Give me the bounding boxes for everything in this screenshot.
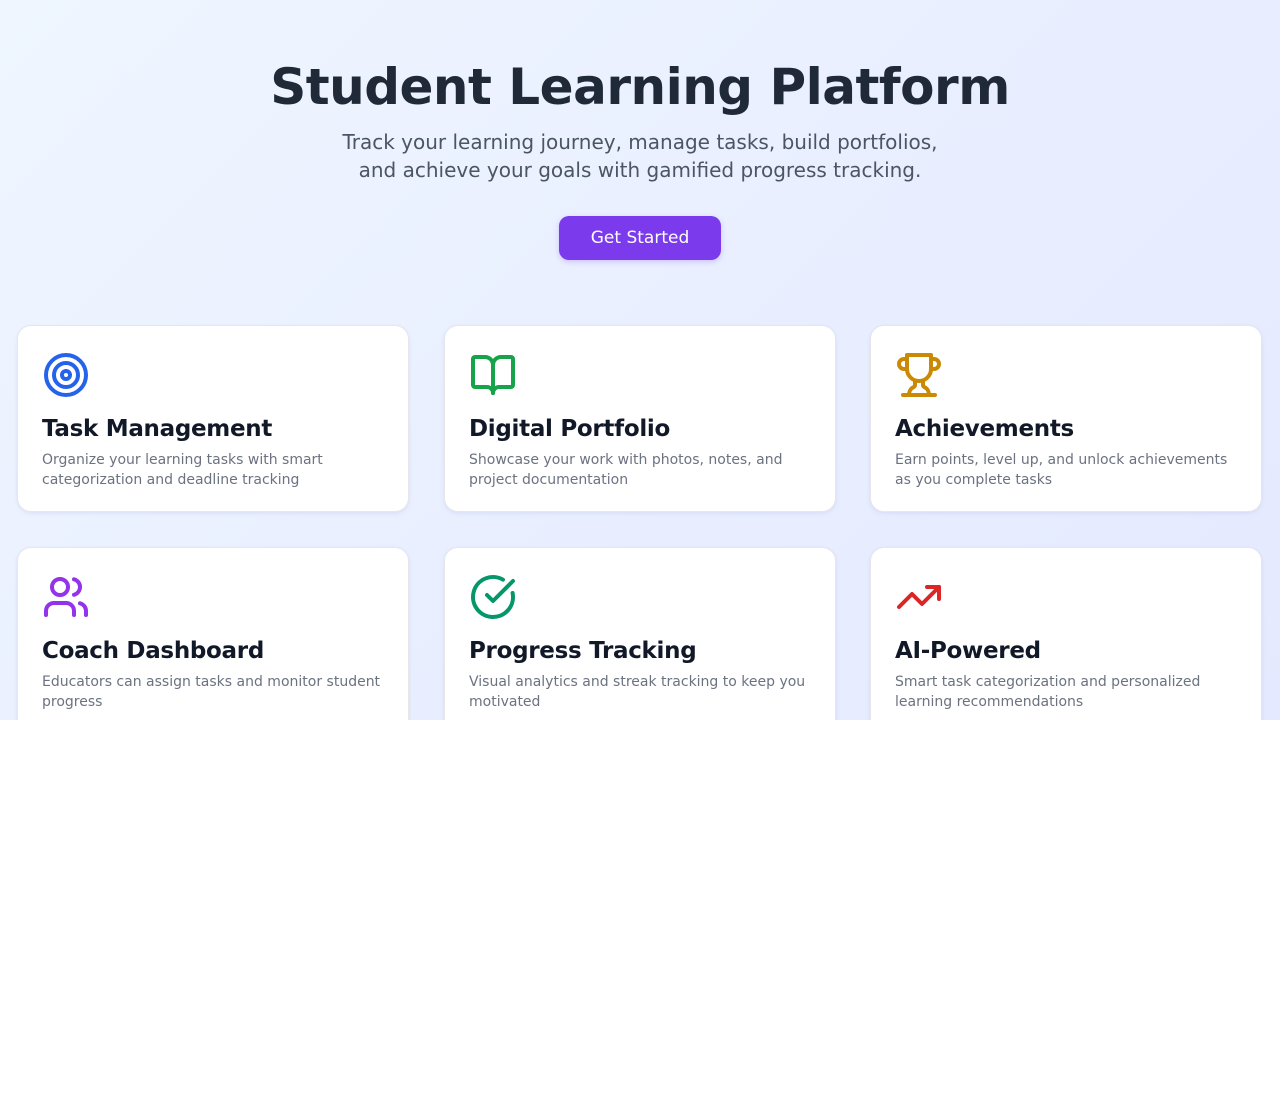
feature-card-ai-powered: AI-Powered Smart task categorization and… bbox=[870, 547, 1262, 720]
feature-card-achievements: Achievements Earn points, level up, and … bbox=[870, 325, 1262, 512]
feature-description: Educators can assign tasks and monitor s… bbox=[42, 674, 381, 710]
feature-description: Visual analytics and streak tracking to … bbox=[469, 674, 806, 710]
hero-section: Student Learning Platform Track your lea… bbox=[0, 0, 1280, 720]
feature-card-progress-tracking: Progress Tracking Visual analytics and s… bbox=[444, 547, 836, 720]
feature-title: Task Management bbox=[42, 416, 273, 442]
feature-card-coach-dashboard: Coach Dashboard Educators can assign tas… bbox=[17, 547, 409, 720]
feature-card-task-management: Task Management Organize your learning t… bbox=[17, 325, 409, 512]
check-circle-icon bbox=[469, 573, 517, 621]
feature-card-digital-portfolio: Digital Portfolio Showcase your work wit… bbox=[444, 325, 836, 512]
feature-title: Digital Portfolio bbox=[469, 416, 671, 442]
feature-title: Achievements bbox=[895, 416, 1074, 442]
get-started-button[interactable]: Get Started bbox=[559, 216, 721, 260]
trophy-icon bbox=[895, 351, 943, 399]
target-icon bbox=[42, 351, 90, 399]
feature-description: Smart task categorization and personaliz… bbox=[895, 674, 1201, 710]
page-subtitle: Track your learning journey, manage task… bbox=[342, 130, 938, 182]
feature-description: Earn points, level up, and unlock achiev… bbox=[895, 452, 1228, 488]
feature-title: AI-Powered bbox=[895, 638, 1041, 664]
users-icon bbox=[42, 573, 90, 621]
feature-description: Organize your learning tasks with smart … bbox=[42, 452, 323, 488]
trending-up-icon bbox=[895, 573, 943, 621]
feature-title: Progress Tracking bbox=[469, 638, 697, 664]
book-open-icon bbox=[469, 351, 517, 399]
page-title: Student Learning Platform bbox=[270, 58, 1010, 116]
feature-description: Showcase your work with photos, notes, a… bbox=[469, 452, 783, 488]
feature-title: Coach Dashboard bbox=[42, 638, 264, 664]
